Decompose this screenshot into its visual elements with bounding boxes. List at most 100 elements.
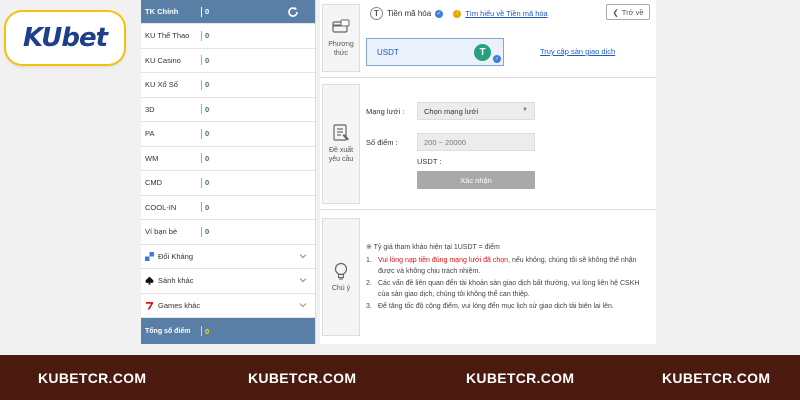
sidebar-item-cool-in[interactable]: COOL-IN 0 <box>141 196 315 220</box>
exchange-link[interactable]: Truy cập sàn giao dịch <box>540 47 615 56</box>
logo-ku: KU <box>22 23 62 53</box>
total-points-value: 0 <box>205 326 210 336</box>
notes-label: Chú ý <box>322 218 360 336</box>
footer-domain: KUBETCR.COM <box>466 370 575 386</box>
kubet-logo[interactable]: KUbet <box>6 12 124 64</box>
separator <box>201 55 202 66</box>
sidebar-item-ku-casino[interactable]: KU Casino 0 <box>141 49 315 73</box>
sidebar-item-pa[interactable]: PA 0 <box>141 122 315 147</box>
category-label-wrap: Đối Kháng <box>141 251 194 261</box>
seven-icon <box>145 301 154 310</box>
sidebar-item-label: Ví bạn bè <box>145 227 178 237</box>
category-label: Đối Kháng <box>158 251 194 261</box>
category-label-wrap: Games khác <box>141 301 200 310</box>
sidebar-item-label: KU Xổ Số <box>145 80 178 90</box>
sidebar-category-2[interactable]: Games khác <box>141 294 315 318</box>
dropdown-caret-icon: ▼ <box>522 107 528 113</box>
sidebar-item-cmd[interactable]: CMD 0 <box>141 171 315 196</box>
deposit-panel: Phương thức T Tiền mã hóa ✓ ! Tìm hiểu v… <box>320 0 656 344</box>
footer-banner: KUBETCR.COM KUBETCR.COM KUBETCR.COM KUBE… <box>0 355 800 400</box>
spade-icon <box>145 276 154 285</box>
sidebar-item-label: 3D <box>145 104 155 114</box>
confirm-button[interactable]: Xác nhận <box>417 171 535 189</box>
separator <box>201 30 202 41</box>
footer-domain: KUBETCR.COM <box>248 370 357 386</box>
network-select[interactable]: Chọn mạng lưới ▼ <box>417 102 535 120</box>
note-text: Vui lòng nạp tiền đúng mạng lưới đã chọn… <box>378 255 651 278</box>
lightbulb-icon <box>332 262 350 280</box>
back-arrow-icon: ❮ <box>612 7 619 17</box>
notes-label-text: Chú ý <box>331 284 351 292</box>
sidebar-item-3d[interactable]: 3D 0 <box>141 98 315 122</box>
sidebar-item-label: KU Thể Thao <box>145 31 190 41</box>
separator <box>201 6 202 17</box>
sidebar-item-value: 0 <box>205 202 210 212</box>
note-number: 3. <box>366 302 372 310</box>
verified-check-icon: ✓ <box>435 9 444 18</box>
note-item: 2. Các vấn đề liên quan đến tài khoản sà… <box>366 278 651 301</box>
separator <box>201 128 202 139</box>
method-title: Tiền mã hóa <box>387 9 432 18</box>
sidebar-item-ku-th-thao[interactable]: KU Thể Thao 0 <box>141 24 315 49</box>
tether-outline-icon: T <box>370 7 383 20</box>
refresh-icon[interactable] <box>287 6 299 18</box>
sidebar-item-value: 0 <box>205 153 210 163</box>
sidebar-total-points: Tổng số điểm 0 <box>141 318 315 344</box>
usdt-option-label: USDT <box>377 47 399 57</box>
selected-check-icon: ✓ <box>493 55 501 63</box>
points-input[interactable] <box>417 133 535 151</box>
separator <box>201 177 202 188</box>
sidebar-item-value: 0 <box>205 104 210 114</box>
logo-text: KUbet <box>22 23 108 53</box>
sidebar-category-1[interactable]: Sảnh khác <box>141 269 315 294</box>
sidebar-item-value: 0 <box>205 227 210 237</box>
main-account-value: 0 <box>205 7 210 16</box>
sidebar-item-label: PA <box>145 129 155 139</box>
learn-crypto-link[interactable]: Tìm hiểu về Tiền mã hóa <box>465 9 548 18</box>
form-document-icon <box>332 124 350 142</box>
sidebar-item-label: WM <box>145 153 159 163</box>
separator <box>201 153 202 164</box>
request-label-text: Đề xuất yêu cầu <box>328 147 354 163</box>
note-number: 2. <box>366 279 372 287</box>
chevron-down-icon[interactable] <box>299 301 307 309</box>
sidebar-item-value: 0 <box>205 178 210 188</box>
sidebar-item-value: 0 <box>205 80 210 90</box>
usdt-amount-label: USDT : <box>417 157 442 166</box>
separator <box>201 104 202 115</box>
chevron-down-icon[interactable] <box>299 252 307 260</box>
category-label-wrap: Sảnh khác <box>141 276 193 285</box>
card-icon <box>332 18 350 36</box>
sidebar-item-label: CMD <box>145 178 163 188</box>
payment-header: T Tiền mã hóa ✓ ! Tìm hiểu về Tiền mã hó… <box>370 7 548 20</box>
notes-list: ※ Tỷ giá tham khảo hiện tại 1USDT = điểm… <box>366 242 651 312</box>
note-text: Các vấn đề liên quan đến tài khoản sàn g… <box>378 279 640 299</box>
network-label: Mạng lưới : <box>366 107 405 116</box>
wallet-sidebar: TK Chính 0 KU Thể Thao 0 KU Casino 0 KU Xổ S… <box>141 0 316 344</box>
back-label: Trở về <box>621 7 644 17</box>
request-label: Đề xuất yêu cầu <box>322 84 360 204</box>
separator <box>201 326 202 336</box>
sidebar-main-account[interactable]: TK Chính 0 <box>141 0 315 24</box>
note-number: 1. <box>366 256 372 264</box>
back-button[interactable]: ❮ Trở về <box>606 4 650 20</box>
footer-domain: KUBETCR.COM <box>38 370 147 386</box>
note-text: Để tăng tốc độ cộng điểm, vui lòng đến m… <box>378 302 614 310</box>
chevron-down-icon[interactable] <box>299 276 307 284</box>
category-label: Sảnh khác <box>158 276 194 286</box>
note-item: 3. Để tăng tốc độ cộng điểm, vui lòng đế… <box>366 301 651 313</box>
chess-icon <box>145 251 154 261</box>
payment-method-text: Phương thức <box>328 41 354 57</box>
sidebar-item-wm[interactable]: WM 0 <box>141 147 315 171</box>
note-item: 1. Vui lòng nạp tiền đúng mạng lưới đã c… <box>366 255 651 278</box>
footer-domain: KUBETCR.COM <box>662 370 771 386</box>
sidebar-item-label: KU Casino <box>145 55 181 65</box>
sidebar-item-ku-x-s-[interactable]: KU Xổ Số 0 <box>141 73 315 98</box>
payment-method-section: Phương thức T Tiền mã hóa ✓ ! Tìm hiểu v… <box>320 0 656 78</box>
sidebar-item-value: 0 <box>205 129 210 139</box>
sidebar-item-v-b-n-b-[interactable]: Ví bạn bè 0 <box>141 220 315 245</box>
total-points-label: Tổng số điểm <box>145 327 191 335</box>
usdt-option-card[interactable]: USDT T ✓ <box>366 38 504 66</box>
points-label: Số điểm : <box>366 138 398 147</box>
sidebar-category-0[interactable]: Đối Kháng <box>141 245 315 269</box>
